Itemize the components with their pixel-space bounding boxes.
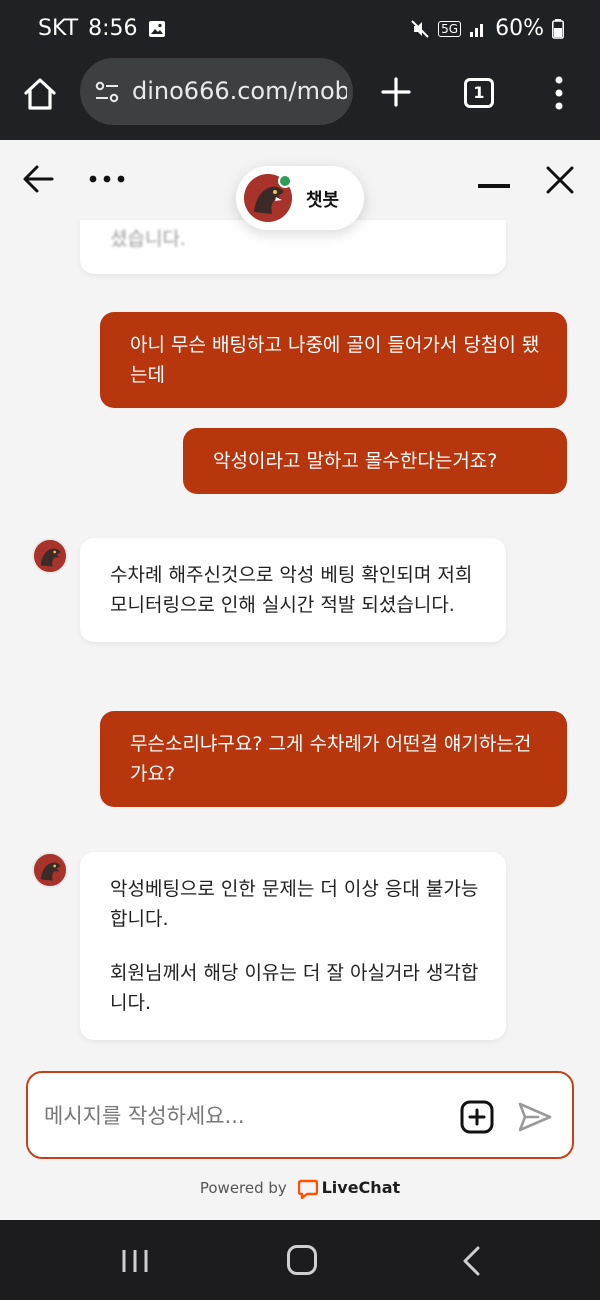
- more-vert-icon[interactable]: [553, 76, 565, 110]
- clock-label: 8:56: [88, 16, 138, 41]
- system-nav-bar: [0, 1220, 600, 1300]
- tabs-icon[interactable]: 1: [464, 78, 494, 108]
- nav-home-icon[interactable]: [287, 1245, 317, 1275]
- message-text: 악성이라고 말하고 몰수한다는거죠?: [213, 450, 498, 472]
- online-status-dot: [278, 174, 292, 188]
- livechat-brand: LiveChat: [321, 1178, 401, 1197]
- message-composer: [26, 1071, 574, 1159]
- dino-logo-icon: [34, 540, 66, 572]
- carrier-label: SKT: [38, 16, 79, 41]
- agent-header[interactable]: 챗봇: [236, 166, 364, 230]
- message-text: 수차례 해주신것으로 악성 베팅 확인되며 저희 모니터링으로 인해 실시간 적…: [110, 564, 473, 616]
- close-icon[interactable]: [544, 164, 576, 196]
- mute-icon: [411, 19, 429, 38]
- url-text[interactable]: dino666.com/mobile: [132, 77, 347, 105]
- home-icon[interactable]: [22, 76, 58, 112]
- attach-plus-icon[interactable]: [460, 1100, 494, 1134]
- dino-logo-icon: [34, 854, 66, 886]
- chat-window: 챗봇 셨습니다. 아니 무슨 배팅하고 나중에 골이 들어가서 당첨이 됐는데 …: [0, 140, 600, 1220]
- battery-icon: [552, 18, 564, 39]
- address-bar[interactable]: dino666.com/mobile: [80, 58, 353, 125]
- signal-icon: [470, 23, 484, 37]
- plus-icon[interactable]: [380, 76, 412, 108]
- nav-recent-icon[interactable]: [120, 1248, 150, 1274]
- bot-message: 수차례 해주신것으로 악성 베팅 확인되며 저희 모니터링으로 인해 실시간 적…: [80, 538, 506, 642]
- tune-icon[interactable]: [94, 80, 120, 104]
- status-bar: SKT 8:56 5G 60%: [0, 0, 600, 58]
- user-message: 아니 무슨 배팅하고 나중에 골이 들어가서 당첨이 됐는데: [100, 312, 567, 408]
- agent-name: 챗봇: [306, 190, 340, 211]
- message-text: 셨습니다.: [110, 228, 186, 250]
- message-text: 회원님께서 해당 이유는 더 잘 아실거라 생각합니다.: [110, 962, 479, 1014]
- more-horiz-icon[interactable]: [88, 174, 126, 184]
- bot-message: 악성베팅으로 인한 문제는 더 이상 응대 불가능합니다. 회원님께서 해당 이…: [80, 852, 506, 1040]
- user-message: 악성이라고 말하고 몰수한다는거죠?: [183, 428, 567, 494]
- send-icon[interactable]: [518, 1101, 552, 1133]
- minimize-icon[interactable]: [478, 184, 510, 188]
- livechat-logo-icon: [297, 1179, 318, 1199]
- message-text: 악성베팅으로 인한 문제는 더 이상 응대 불가능합니다.: [110, 878, 479, 930]
- message-text: 아니 무슨 배팅하고 나중에 골이 들어가서 당첨이 됐는데: [130, 334, 540, 386]
- user-message: 무슨소리냐구요? 그게 수차례가 어떤걸 얘기하는건가요?: [100, 711, 567, 807]
- message-text: 무슨소리냐구요? 그게 수차례가 어떤걸 얘기하는건가요?: [130, 733, 532, 785]
- status-right: 5G 60%: [410, 16, 564, 41]
- message-input[interactable]: [44, 1097, 444, 1135]
- back-arrow-icon[interactable]: [22, 164, 54, 194]
- browser-toolbar: dino666.com/mobile 1: [0, 58, 600, 140]
- bot-avatar: [32, 538, 68, 574]
- powered-by-label: Powered by: [199, 1179, 287, 1197]
- bot-avatar: [32, 852, 68, 888]
- powered-by[interactable]: Powered by LiveChat: [0, 1178, 600, 1199]
- nav-back-icon[interactable]: [460, 1246, 482, 1276]
- network-type: 5G: [438, 20, 462, 37]
- status-left: SKT 8:56: [38, 16, 166, 41]
- battery-percent: 60%: [495, 16, 544, 41]
- gallery-icon: [148, 20, 165, 37]
